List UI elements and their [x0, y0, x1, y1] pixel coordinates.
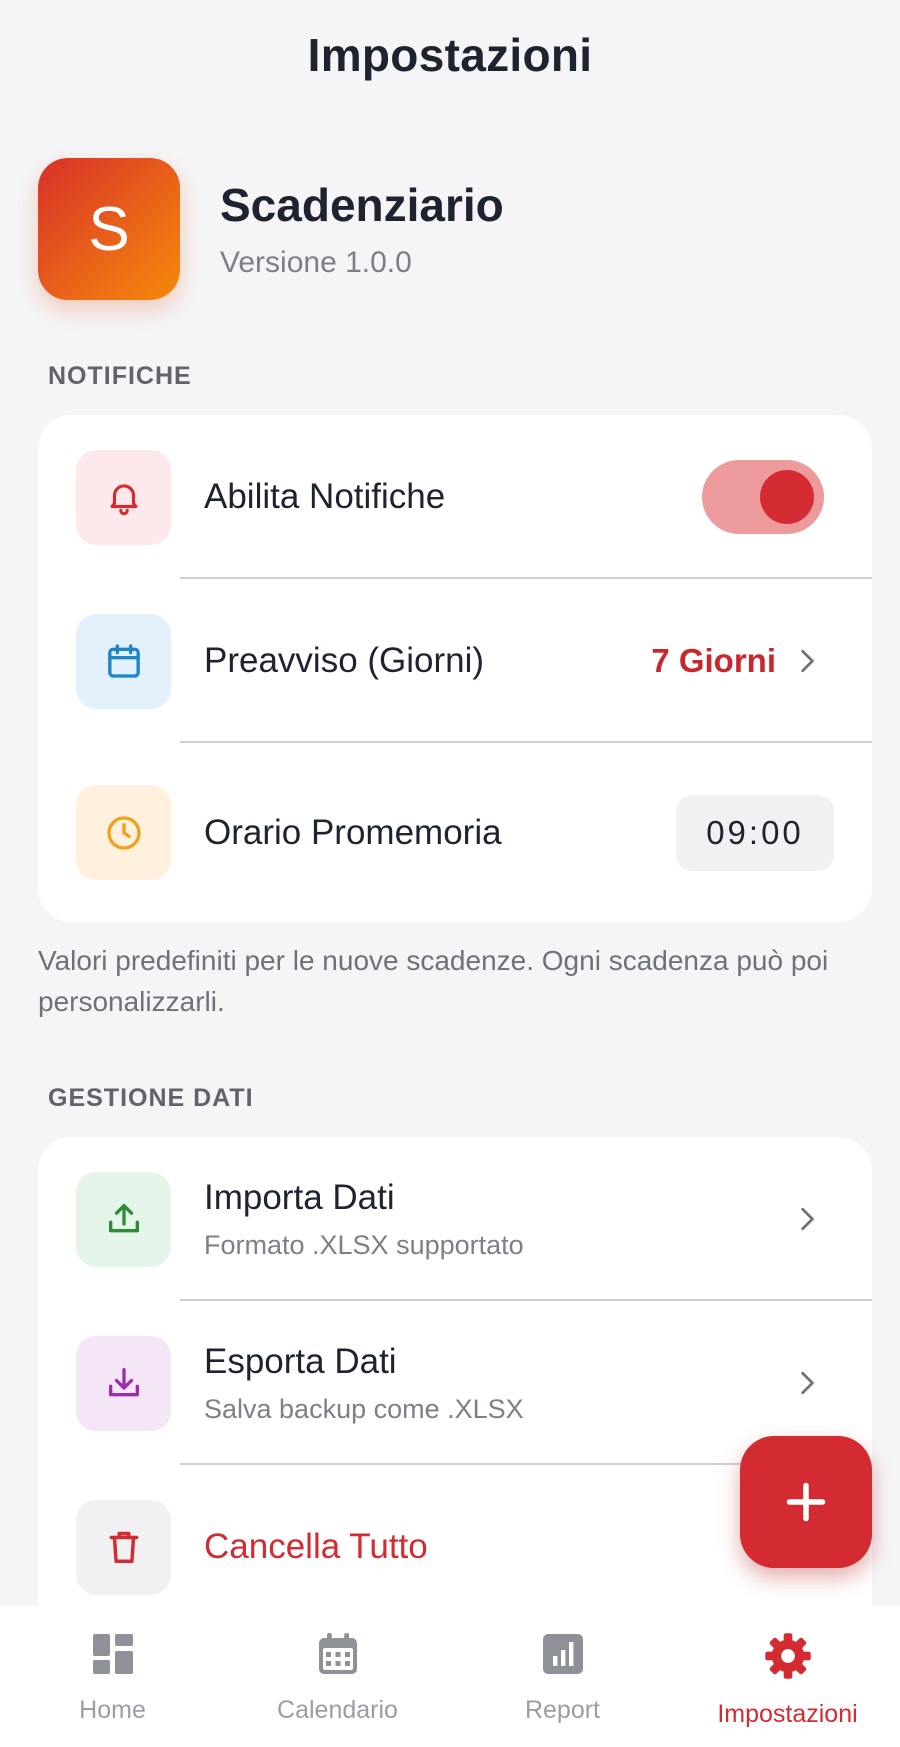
- chevron-right-icon: [801, 649, 814, 673]
- nav-item-report[interactable]: Report: [450, 1606, 675, 1747]
- toggle-knob: [760, 470, 814, 524]
- notifications-note: Valori predefiniti per le nuove scadenze…: [38, 945, 829, 1017]
- nav-label-settings: Impostazioni: [717, 1700, 858, 1728]
- dashboard-icon: [92, 1634, 133, 1674]
- section-label-data-management: GESTIONE DATI: [48, 1084, 254, 1112]
- import-data-title: Importa Dati: [204, 1177, 395, 1217]
- app-version: Versione 1.0.0: [220, 246, 412, 279]
- clear-all-label: Cancella Tutto: [204, 1527, 428, 1566]
- enable-notifications-label: Abilita Notifiche: [204, 477, 446, 516]
- export-data-subtitle: Salva backup come .XLSX: [204, 1393, 524, 1424]
- import-data-text: Importa Dati Formato .XLSX supportato: [204, 1178, 524, 1261]
- nav-item-calendar[interactable]: Calendario: [225, 1606, 450, 1747]
- bar-chart-icon: [542, 1634, 583, 1674]
- app-logo: S: [38, 158, 180, 300]
- bell-icon: [76, 449, 171, 545]
- download-icon: [76, 1335, 171, 1431]
- advance-days-row[interactable]: Preavviso (Giorni) 7 Giorni: [38, 579, 872, 743]
- nav-label-home: Home: [79, 1696, 146, 1724]
- calendar-icon: [76, 613, 171, 709]
- gear-icon: [764, 1633, 811, 1679]
- nav-label-report: Report: [524, 1696, 601, 1724]
- export-data-title: Esporta Dati: [204, 1341, 397, 1381]
- app-info-card: S Scadenziario Versione 1.0.0: [38, 158, 504, 300]
- page-title: Impostazioni: [307, 29, 593, 81]
- app-info: Scadenziario Versione 1.0.0: [220, 178, 504, 280]
- plus-icon: [786, 1482, 826, 1522]
- export-data-row[interactable]: Esporta Dati Salva backup come .XLSX: [38, 1301, 872, 1465]
- import-data-subtitle: Formato .XLSX supportato: [204, 1229, 524, 1260]
- trash-icon: [76, 1499, 171, 1595]
- enable-notifications-row: Abilita Notifiche: [38, 415, 872, 579]
- reminder-time-row: Orario Promemoria 09:00: [38, 743, 872, 922]
- top-bar: Impostazioni: [0, 0, 900, 110]
- chevron-right-icon: [801, 1207, 814, 1231]
- import-data-row[interactable]: Importa Dati Formato .XLSX supportato: [38, 1137, 872, 1301]
- section-label-notifications: NOTIFICHE: [48, 362, 192, 390]
- nav-item-home[interactable]: Home: [0, 1606, 225, 1747]
- data-management-card: Importa Dati Formato .XLSX supportato Es…: [38, 1137, 872, 1637]
- chevron-right-icon: [801, 1371, 814, 1395]
- nav-item-settings[interactable]: Impostazioni: [675, 1606, 900, 1747]
- advance-days-value: 7 Giorni: [651, 642, 776, 679]
- calendar-icon: [318, 1633, 357, 1674]
- reminder-time-label: Orario Promemoria: [204, 812, 502, 852]
- reminder-time-picker[interactable]: 09:00: [676, 794, 834, 871]
- add-button[interactable]: [740, 1436, 872, 1568]
- app-name: Scadenziario: [220, 179, 504, 231]
- notifications-card: Abilita Notifiche Preavviso (Giorni) 7 G…: [38, 415, 872, 922]
- upload-icon: [76, 1171, 171, 1267]
- nav-label-calendar: Calendario: [277, 1696, 398, 1724]
- export-data-text: Esporta Dati Salva backup come .XLSX: [204, 1342, 524, 1425]
- bottom-navigation: Home Calendario Report Impostazioni: [0, 1606, 900, 1747]
- clock-icon: [76, 785, 171, 880]
- advance-days-label: Preavviso (Giorni): [204, 641, 485, 680]
- enable-notifications-toggle[interactable]: [702, 460, 824, 534]
